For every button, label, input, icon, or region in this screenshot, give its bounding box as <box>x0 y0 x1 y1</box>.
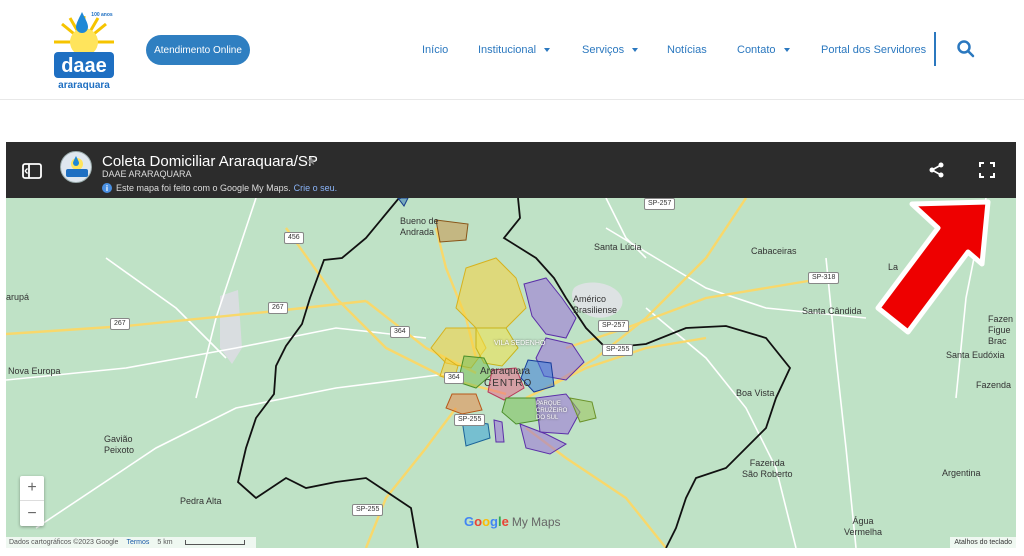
label-santa-lucia: Santa Lúcia <box>594 242 642 252</box>
label-vila-sedenho: VILA SEDENHO <box>494 340 546 347</box>
google-letter: o <box>474 514 483 529</box>
google-letter: o <box>482 514 491 529</box>
zoom-in-button[interactable]: + <box>20 476 44 501</box>
label-fazenda: Fazenda <box>976 380 1012 390</box>
info-icon: i <box>102 183 112 193</box>
label-americo-brasiliense: Américo Brasiliense <box>573 294 618 315</box>
nav-institucional[interactable]: Institucional <box>478 40 551 60</box>
nav-label: Notícias <box>667 44 707 56</box>
daae-logo[interactable]: daae araraquara 100 anos <box>52 8 116 92</box>
nav-label: Início <box>422 44 449 56</box>
nav-portal-servidores[interactable]: Portal dos Servidores <box>821 40 926 60</box>
route-shield: SP-318 <box>808 272 840 284</box>
route-shield: SP-257 <box>598 320 630 332</box>
scale-label: 5 km <box>157 539 173 546</box>
label-gaviao-peixoto: Gavião Peixoto <box>104 434 135 455</box>
nav-label: Serviços <box>582 44 625 56</box>
label-araraquara: Araraquara <box>480 366 531 377</box>
site-header: daae araraquara 100 anos Atendimento Onl… <box>0 0 1024 100</box>
label-la: La <box>888 262 899 272</box>
nav-noticias[interactable]: Notícias <box>667 40 707 60</box>
route-shield: 267 <box>268 302 288 314</box>
route-shield: 364 <box>390 326 410 338</box>
route-shield: SP-257 <box>644 198 676 210</box>
label-santa-eudoxia: Santa Eudóxia <box>946 350 1005 360</box>
route-shield: SP-255 <box>352 504 384 516</box>
map-attribution: Dados cartográficos ©2023 Google Termos … <box>6 537 256 548</box>
label-boa-vista: Boa Vista <box>736 388 775 398</box>
label-santa-candida: Santa Cândida <box>802 306 862 316</box>
google-mymaps-logo: G o o g l e My Maps <box>464 514 561 529</box>
nav-divider <box>934 32 936 66</box>
label-nova-europa: Nova Europa <box>8 366 61 376</box>
fullscreen-icon[interactable] <box>978 161 996 179</box>
embedded-map: Coleta Domiciliar Araraquara/SP ★ DAAE A… <box>6 142 1016 548</box>
owner-avatar[interactable] <box>60 151 92 183</box>
nav-contato[interactable]: Contato <box>737 40 790 60</box>
label-fazenda-figueira: Fazen Figue Brac <box>988 314 1014 346</box>
google-letter: g <box>490 514 498 529</box>
atendimento-online-button[interactable]: Atendimento Online <box>146 35 250 65</box>
zoom-out-button[interactable]: − <box>20 501 44 526</box>
nav-servicos[interactable]: Serviços <box>582 40 639 60</box>
nav-inicio[interactable]: Início <box>422 40 448 60</box>
nav-label: Portal dos Servidores <box>821 44 927 56</box>
google-letter: G <box>464 514 475 529</box>
route-shield: 456 <box>284 232 304 244</box>
star-icon[interactable]: ★ <box>306 154 317 168</box>
label-arupa: arupá <box>6 292 30 302</box>
note-text: Este mapa foi feito com o Google My Maps… <box>116 183 291 193</box>
caret-down-icon <box>783 48 790 52</box>
sidebar-toggle-icon[interactable] <box>22 162 42 180</box>
route-shield: SP-255 <box>454 414 486 426</box>
map-canvas[interactable]: Bueno de Andrada Santa Lúcia Cabaceiras … <box>6 198 1016 548</box>
label-parque-cruzeiro-do-sul: PARQUE CRUZEIRO DO SUL <box>536 401 568 421</box>
nav-label: Contato <box>737 44 776 56</box>
route-shield: 364 <box>444 372 464 384</box>
label-cabaceiras: Cabaceiras <box>751 246 797 256</box>
label-pedra-alta: Pedra Alta <box>180 496 222 506</box>
svg-text:daae: daae <box>61 55 107 77</box>
nav-label: Institucional <box>478 44 537 56</box>
scale-bar <box>184 540 245 545</box>
mymaps-note: i Este mapa foi feito com o Google My Ma… <box>102 183 337 193</box>
route-shield: 267 <box>110 318 130 330</box>
share-icon[interactable] <box>928 161 946 179</box>
svg-text:araraquara: araraquara <box>58 80 110 91</box>
search-icon[interactable] <box>956 39 976 59</box>
google-letter: e <box>501 514 509 529</box>
svg-text:100 anos: 100 anos <box>91 12 113 18</box>
mymaps-text: My Maps <box>511 514 561 529</box>
label-fazenda-sao-roberto: Fazenda São Roberto <box>742 458 793 479</box>
label-bueno-de-andrada: Bueno de Andrada <box>400 216 439 237</box>
label-agua-vermelha: Água Vermelha <box>844 516 883 537</box>
label-argentina: Argentina <box>942 468 981 478</box>
caret-down-icon <box>632 48 639 52</box>
attribution-text: Dados cartográficos ©2023 Google <box>9 539 119 546</box>
zoom-controls: + − <box>20 476 44 526</box>
caret-down-icon <box>544 48 551 52</box>
map-owner: DAAE ARARAQUARA <box>102 169 192 179</box>
keyboard-shortcuts-link[interactable]: Atalhos do teclado <box>950 537 1016 548</box>
label-centro: CENTRO <box>484 378 533 389</box>
create-map-link[interactable]: Crie o seu. <box>294 183 338 193</box>
terms-link[interactable]: Termos <box>126 539 149 546</box>
map-header: Coleta Domiciliar Araraquara/SP ★ DAAE A… <box>6 142 1016 198</box>
route-shield: SP-255 <box>602 344 634 356</box>
map-title: Coleta Domiciliar Araraquara/SP <box>102 153 318 170</box>
